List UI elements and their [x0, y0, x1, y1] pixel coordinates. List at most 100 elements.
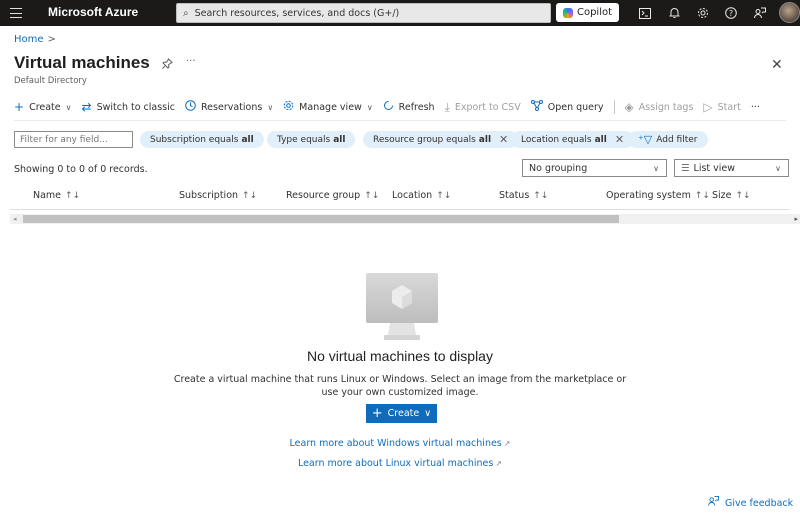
brand-logo[interactable]: Microsoft Azure	[48, 5, 138, 19]
column-label: Name	[33, 190, 62, 201]
cloud-shell-icon[interactable]	[637, 5, 653, 21]
manage-view-label: Manage view	[299, 101, 362, 113]
column-label: Location	[392, 190, 433, 201]
export-csv-button[interactable]: ⤓ Export to CSV	[445, 100, 521, 115]
empty-state-description: Create a virtual machine that runs Linux…	[173, 374, 627, 398]
page-title: Virtual machines	[14, 53, 150, 72]
remove-filter-icon[interactable]: ✕	[615, 133, 624, 146]
pill-label: Subscription equals	[150, 134, 239, 145]
give-feedback-link[interactable]: Give feedback	[708, 496, 793, 509]
more-icon: ···	[750, 101, 760, 113]
breadcrumb-home[interactable]: Home	[14, 34, 44, 45]
empty-state-create-button[interactable]: + Create ∨	[366, 404, 437, 423]
scroll-left-arrow-icon[interactable]: ◂	[13, 215, 17, 223]
scroll-right-arrow-icon[interactable]: ▸	[794, 215, 798, 223]
pill-value: all	[478, 134, 492, 145]
grouping-dropdown[interactable]: No grouping ∨	[522, 159, 667, 177]
assign-tags-button[interactable]: ◈ Assign tags	[625, 100, 694, 114]
view-value: List view	[693, 162, 736, 174]
records-count: Showing 0 to 0 of 0 records.	[14, 164, 148, 175]
switch-classic-label: Switch to classic	[96, 101, 175, 113]
horizontal-scrollbar[interactable]: ◂ ▸	[10, 214, 800, 224]
empty-state-title: No virtual machines to display	[307, 348, 493, 364]
scrollbar-thumb[interactable]	[23, 215, 619, 223]
pill-value: all	[594, 134, 607, 145]
filter-pill-resource-group[interactable]: Resource group equals all ✕	[363, 131, 519, 148]
more-options-icon[interactable]: ···	[186, 56, 196, 67]
link-label: Learn more about Windows virtual machine…	[289, 438, 502, 449]
filter-pill-location[interactable]: Location equals all ✕	[511, 131, 635, 148]
copilot-label: Copilot	[576, 7, 613, 18]
pill-label: Resource group equals	[373, 134, 476, 145]
add-filter-label: Add filter	[656, 134, 698, 145]
filter-pill-type[interactable]: Type equals all	[267, 131, 356, 148]
sort-icon: ↑↓	[533, 191, 549, 201]
refresh-label: Refresh	[398, 101, 435, 113]
learn-windows-link[interactable]: Learn more about Windows virtual machine…	[0, 438, 800, 449]
more-commands-button[interactable]: ···	[751, 102, 760, 113]
filter-input[interactable]	[14, 131, 133, 148]
help-icon[interactable]: ?	[723, 5, 739, 21]
add-filter-button[interactable]: ⁺▽ Add filter	[628, 131, 708, 148]
play-icon: ▷	[703, 100, 713, 114]
copilot-button[interactable]: Copilot	[556, 3, 619, 22]
notifications-icon[interactable]	[666, 5, 682, 21]
chevron-down-icon: ∨	[775, 163, 781, 173]
switch-to-classic-button[interactable]: ⇄ Switch to classic	[82, 100, 176, 114]
view-dropdown[interactable]: ☰ List view ∨	[674, 159, 789, 177]
pin-icon[interactable]	[162, 58, 173, 72]
pill-value: all	[241, 134, 254, 145]
column-label: Operating system	[606, 190, 691, 201]
plus-icon: +	[14, 100, 25, 114]
clock-icon	[185, 100, 196, 114]
copilot-icon	[562, 7, 573, 18]
column-header-resource-group[interactable]: Resource group ↑↓	[286, 190, 379, 201]
table-header-divider	[10, 209, 790, 210]
sort-icon: ↑↓	[436, 191, 452, 201]
avatar[interactable]	[779, 2, 800, 23]
refresh-button[interactable]: Refresh	[383, 100, 435, 114]
column-label: Subscription	[179, 190, 239, 201]
column-label: Resource group	[286, 190, 361, 201]
sort-icon: ↑↓	[694, 191, 710, 201]
start-button[interactable]: ▷ Start	[703, 100, 740, 114]
column-header-size[interactable]: Size ↑↓	[712, 190, 751, 201]
gear-icon	[283, 100, 294, 114]
column-header-location[interactable]: Location ↑↓	[392, 190, 451, 201]
close-icon[interactable]: ✕	[771, 57, 783, 73]
search-icon: ⌕	[183, 7, 189, 19]
sort-icon: ↑↓	[364, 191, 380, 201]
search-placeholder: Search resources, services, and docs (G+…	[194, 7, 400, 19]
column-header-name[interactable]: Name ↑↓	[33, 190, 80, 201]
pill-label: Location equals	[521, 134, 592, 145]
learn-linux-link[interactable]: Learn more about Linux virtual machines ↗	[0, 458, 800, 469]
create-button[interactable]: + Create ∨	[14, 100, 72, 114]
feedback-icon[interactable]	[752, 5, 768, 21]
chevron-down-icon: ∨	[267, 102, 274, 112]
query-icon	[530, 100, 543, 114]
chevron-down-icon: ∨	[653, 163, 659, 173]
export-csv-label: Export to CSV	[454, 101, 521, 113]
settings-icon[interactable]	[695, 5, 711, 21]
toolbar-divider-line	[14, 120, 786, 121]
breadcrumb-separator: >	[47, 34, 56, 45]
menu-icon[interactable]	[10, 7, 22, 19]
pill-value: all	[333, 134, 346, 145]
feedback-label: Give feedback	[725, 498, 794, 509]
download-icon: ⤓	[444, 99, 450, 114]
open-query-button[interactable]: Open query	[530, 100, 604, 114]
filter-pill-subscription[interactable]: Subscription equals all	[140, 131, 264, 148]
column-header-subscription[interactable]: Subscription ↑↓	[179, 190, 257, 201]
column-header-status[interactable]: Status ↑↓	[499, 190, 548, 201]
page-subtitle: Default Directory	[14, 76, 87, 86]
remove-filter-icon[interactable]: ✕	[499, 133, 508, 146]
global-search-input[interactable]: ⌕ Search resources, services, and docs (…	[176, 3, 551, 23]
reservations-button[interactable]: Reservations ∨	[185, 100, 273, 114]
assign-tags-label: Assign tags	[638, 101, 694, 113]
column-header-operating-system[interactable]: Operating system ↑↓	[606, 190, 710, 201]
list-view-icon: ☰	[681, 162, 690, 174]
manage-view-button[interactable]: Manage view ∨	[283, 100, 373, 114]
chevron-down-icon: ∨	[424, 408, 432, 419]
switch-icon: ⇄	[81, 100, 92, 114]
external-link-icon: ↗	[503, 439, 511, 448]
